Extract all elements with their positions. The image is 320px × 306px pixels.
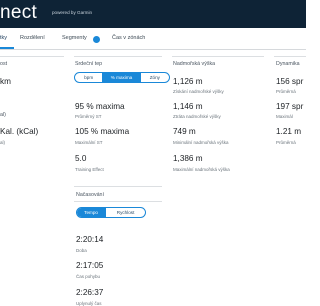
elapsed-time-label: Uplynulý čas <box>76 301 102 306</box>
distance-section-title: ost <box>0 61 8 67</box>
pace-toggle-option[interactable]: Tempo <box>77 208 107 217</box>
heart-rate-title: Srdeční tep <box>75 61 103 67</box>
elevation-divider <box>172 56 264 57</box>
zones-toggle-option[interactable]: Zóny <box>141 73 169 82</box>
duration-label: Doba <box>76 248 87 253</box>
avg-hr-label: Průměrný ST <box>75 114 102 119</box>
activity-tabs: tky Rozdělení Segmenty Čas v zónách <box>0 28 306 50</box>
avg-cadence-value: 156 spr <box>276 77 304 86</box>
max-elevation-value: 1,386 m <box>173 154 203 163</box>
tab-splits[interactable]: Rozdělení <box>20 35 45 41</box>
moving-time-label: Čas pohybu <box>76 274 101 279</box>
brand-subtitle: powered by Garmin <box>52 10 93 15</box>
active-tab-indicator <box>0 47 14 49</box>
elevation-title: Nadmořská výška <box>173 61 216 67</box>
elapsed-time-value: 2:26:37 <box>76 288 104 297</box>
pace-speed-toggle: Tempo Rychlost <box>76 207 146 218</box>
min-elevation-value: 749 m <box>173 127 196 136</box>
max-cadence-value: 197 spr <box>276 102 304 111</box>
dynamics-divider <box>274 56 306 57</box>
heart-rate-unit-toggle: bpm % maxima Zóny <box>74 72 170 83</box>
training-effect-value: 5.0 <box>75 154 87 163</box>
elevation-gain-label: Získání nadmořské výšky <box>173 89 224 94</box>
avg-cadence-label: Průměrná <box>276 89 296 94</box>
timing-divider <box>74 201 162 202</box>
top-header: nect powered by Garmin <box>0 0 306 28</box>
dynamics-title: Dynamika <box>276 61 300 67</box>
tab-time-in-zones[interactable]: Čas v zónách <box>112 35 145 41</box>
max-elevation-label: Maximální nadmořská výška <box>173 167 230 172</box>
min-elevation-label: Minimální nadmořská výška <box>173 140 229 145</box>
training-effect-label: Training Effect <box>75 167 104 172</box>
tab-statistics[interactable]: tky <box>0 35 7 41</box>
avg-stride-value: 1.21 m <box>276 127 302 136</box>
max-hr-label: Maximální ST <box>75 140 103 145</box>
max-cadence-label: Maximál <box>276 114 293 119</box>
calories-label: al) <box>0 140 6 145</box>
percent-max-toggle-option[interactable]: % maxima <box>103 73 141 82</box>
elevation-loss-value: 1,146 m <box>173 102 203 111</box>
distance-value: km <box>0 77 11 86</box>
brand-logo-text: nect <box>0 2 38 23</box>
elevation-loss-label: Ztráta nadmořské výšky <box>173 114 221 119</box>
moving-time-value: 2:17:05 <box>76 261 104 270</box>
calories-value: Kal. (kCal) <box>0 127 39 136</box>
max-hr-value: 105 % maxima <box>75 127 130 136</box>
left-section-divider <box>0 56 64 57</box>
tab-segments[interactable]: Segmenty <box>62 35 87 41</box>
speed-toggle-option[interactable]: Rychlost <box>106 208 145 217</box>
avg-hr-value: 95 % maxima <box>75 102 125 111</box>
heart-rate-divider <box>74 56 162 57</box>
avg-stride-label: Průměrná <box>276 140 296 145</box>
calories-section-title: al) <box>0 112 6 118</box>
timing-title: Načasování <box>76 192 104 198</box>
segments-info-badge <box>93 35 100 43</box>
duration-value: 2:20:14 <box>76 235 104 244</box>
timing-divider-top <box>74 186 162 187</box>
elevation-gain-value: 1,126 m <box>173 77 203 86</box>
bpm-toggle-option[interactable]: bpm <box>75 73 104 82</box>
